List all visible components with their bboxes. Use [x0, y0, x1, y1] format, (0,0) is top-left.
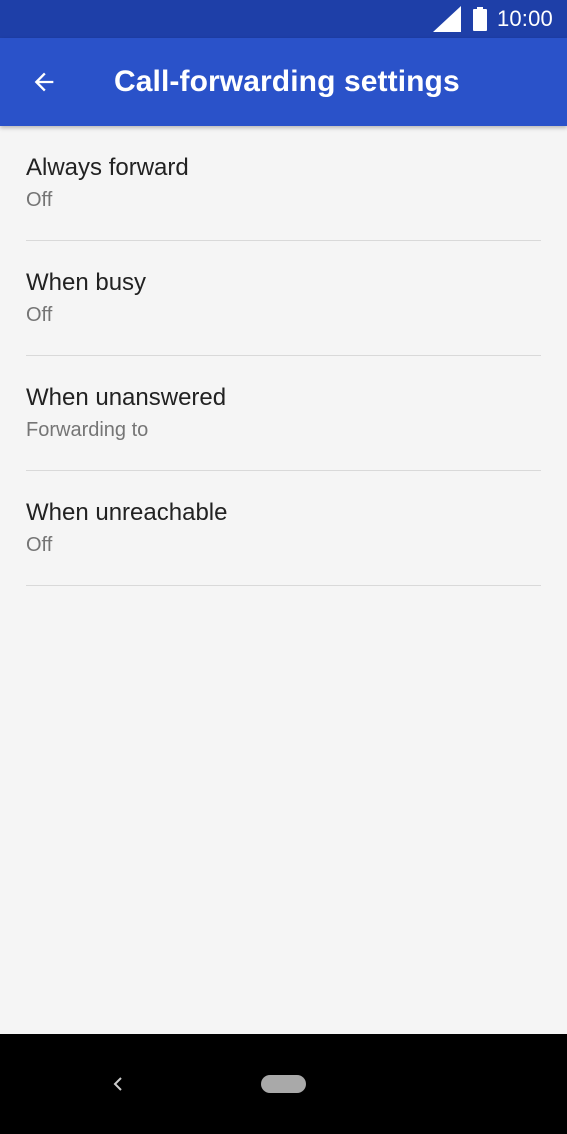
setting-title: When unanswered: [26, 384, 227, 411]
arrow-back-icon: [34, 72, 54, 92]
setting-title: Always forward: [26, 154, 189, 181]
home-pill-icon[interactable]: [261, 1075, 306, 1093]
divider: [26, 585, 541, 586]
app-bar: Call-forwarding settings: [0, 38, 567, 126]
setting-status: Off: [26, 304, 53, 326]
battery-icon: [472, 7, 487, 31]
setting-status: Off: [26, 189, 53, 211]
nav-back-button[interactable]: [104, 1070, 132, 1098]
settings-list: Always forward Off When busy Off When un…: [0, 126, 567, 586]
signal-icon: [432, 6, 461, 32]
setting-status: Off: [26, 534, 53, 556]
status-time: 10:00: [496, 6, 553, 31]
navigation-bar: [0, 1034, 567, 1134]
setting-when-unreachable[interactable]: When unreachable Off: [0, 471, 567, 586]
page-title: Call-forwarding settings: [114, 65, 460, 98]
back-button[interactable]: [20, 58, 68, 106]
setting-always-forward[interactable]: Always forward Off: [0, 126, 567, 241]
setting-title: When unreachable: [26, 499, 228, 526]
setting-when-busy[interactable]: When busy Off: [0, 241, 567, 356]
setting-title: When busy: [26, 269, 147, 296]
setting-when-unanswered[interactable]: When unanswered Forwarding to: [0, 356, 567, 471]
setting-status: Forwarding to: [26, 419, 149, 441]
status-bar: 10:00: [0, 0, 567, 38]
nav-back-icon: [113, 1077, 122, 1091]
